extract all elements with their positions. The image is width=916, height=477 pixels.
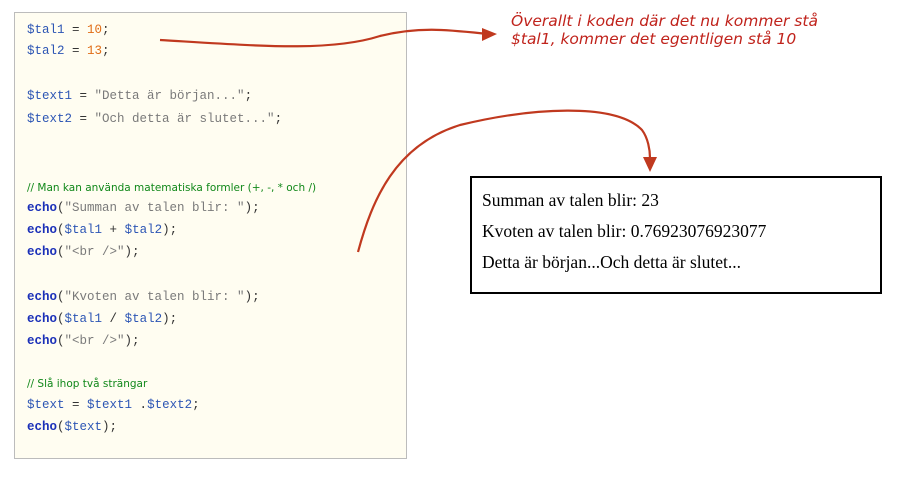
annotation-line-2: $tal1, kommer det egentligen stå 10 [511,30,797,48]
number-token: 13 [87,44,103,58]
string-token: "Kvoten av talen blir: " [64,290,245,304]
punctuation-token: ; [274,112,283,126]
code-line-echo-summa: echo("Summan av talen blir: "); [27,201,260,216]
arrow-head-annotation [482,28,497,41]
code-line-echo-kvoten: echo("Kvoten av talen blir: "); [27,290,260,305]
punctuation-token: ); [244,290,260,304]
punctuation-token: ( [57,245,65,259]
code-comment-formulas: // Man kan använda matematiska formler (… [27,182,317,194]
number-token: 10 [87,23,103,37]
operator-token: / [102,312,125,326]
punctuation-token: ( [57,334,65,348]
code-line-echo-plus: echo($tal1 + $tal2); [27,223,177,238]
operator-token: = [64,23,88,37]
code-line-text-concat: $text = $text1 .$text2; [27,398,200,413]
code-line-echo-br: echo("<br />"); [27,245,140,260]
variable-token: $tal2 [124,312,163,326]
punctuation-token: ); [162,312,178,326]
variable-token: $text [64,420,103,434]
punctuation-token: ); [102,420,118,434]
output-line-text: Detta är början...Och detta är slutet... [482,252,741,272]
keyword-token: echo [27,334,58,348]
code-line-echo-text: echo($text); [27,420,117,435]
variable-token: $text1 [87,398,133,412]
operator-token: = [64,44,88,58]
variable-token: $text [27,398,65,412]
punctuation-token: ( [57,312,65,326]
code-line-echo-divide: echo($tal1 / $tal2); [27,312,177,327]
punctuation-token: ; [244,89,253,103]
punctuation-token: ( [57,201,65,215]
punctuation-token: ; [192,398,200,412]
variable-token: $text1 [27,89,73,103]
code-line-echo-br-2: echo("<br />"); [27,334,140,349]
string-token: "Summan av talen blir: " [64,201,245,215]
punctuation-token: ; [102,23,110,37]
keyword-token: echo [27,312,58,326]
annotation-line-1: Överallt i koden där det nu kommer stå [511,12,818,30]
string-token: "<br />" [64,334,125,348]
code-line-tal2: $tal2 = 13; [27,44,110,59]
code-comment-concat: // Slå ihop två strängar [27,378,148,390]
keyword-token: echo [27,420,58,434]
punctuation-token: ( [57,223,65,237]
variable-token: $text2 [27,112,73,126]
keyword-token: echo [27,245,58,259]
punctuation-token: ; [102,44,110,58]
variable-token: $tal1 [27,23,65,37]
variable-token: $text2 [147,398,193,412]
variable-token: $tal2 [124,223,163,237]
output-box: Summan av talen blir: 23 Kvoten av talen… [470,176,882,294]
variable-token: $tal2 [27,44,65,58]
code-panel: $tal1 = 10; $tal2 = 13; $text1 = "Detta … [14,12,407,459]
code-line-text2: $text2 = "Och detta är slutet..."; [27,112,282,127]
string-token: "Detta är början..." [94,89,245,103]
operator-token: . [132,398,148,412]
punctuation-token: ); [124,334,140,348]
operator-token: = [72,89,95,103]
punctuation-token: ); [244,201,260,215]
operator-token: = [64,398,88,412]
operator-token: + [102,223,125,237]
string-token: "Och detta är slutet..." [94,112,275,126]
operator-token: = [72,112,95,126]
output-line-kvoten: Kvoten av talen blir: 0.76923076923077 [482,221,767,241]
output-line-summa: Summan av talen blir: 23 [482,190,659,210]
arrow-head-output [643,157,657,172]
keyword-token: echo [27,201,58,215]
punctuation-token: ( [57,420,65,434]
string-token: "<br />" [64,245,125,259]
punctuation-token: ); [124,245,140,259]
annotation-text: Överallt i koden där det nu kommer stå $… [511,12,818,48]
code-line-text1: $text1 = "Detta är början..."; [27,89,252,104]
punctuation-token: ( [57,290,65,304]
keyword-token: echo [27,223,58,237]
code-line-tal1: $tal1 = 10; [27,23,110,38]
keyword-token: echo [27,290,58,304]
variable-token: $tal1 [64,223,103,237]
punctuation-token: ); [162,223,178,237]
variable-token: $tal1 [64,312,103,326]
